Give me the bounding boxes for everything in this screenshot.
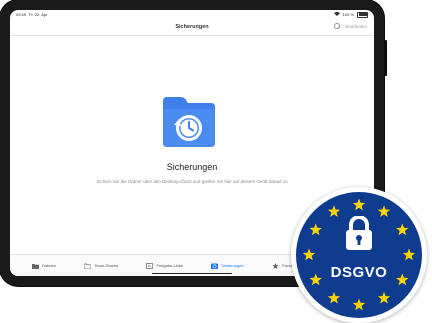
eu-star-icon <box>327 205 341 217</box>
eu-star-icon <box>377 291 391 304</box>
lock-icon <box>345 215 373 257</box>
navigation-bar: Sicherungen Bearbeiten <box>10 19 374 36</box>
eu-star-icon <box>377 205 391 217</box>
edit-button[interactable]: Bearbeiten <box>345 24 367 29</box>
status-time: 09:49 <box>16 12 27 17</box>
battery-label: 100 % <box>342 12 354 17</box>
dsgvo-badge: DSGVO <box>291 187 427 323</box>
eu-star-icon <box>402 248 416 261</box>
tab-label: Dateien <box>42 263 56 268</box>
team-folder-icon <box>83 263 92 269</box>
status-date: Fr. 22. Apr <box>29 12 48 17</box>
nav-title: Sicherungen <box>175 24 209 30</box>
search-icon[interactable] <box>334 23 340 29</box>
home-indicator <box>152 272 232 274</box>
eu-star-icon <box>352 198 366 211</box>
eu-star-icon <box>327 291 341 304</box>
empty-state-title: Sicherungen <box>166 162 218 172</box>
status-bar: 09:49 Fr. 22. Apr 100 % <box>10 10 374 19</box>
backup-icon <box>211 263 219 269</box>
dsgvo-label: DSGVO <box>330 264 388 281</box>
eu-star-icon <box>396 223 409 236</box>
eu-star-icon <box>302 248 316 261</box>
tab-label: Team-Shares <box>94 263 119 268</box>
eu-star-icon <box>352 298 366 311</box>
tab-freigabe-links[interactable]: Freigabe-Links <box>146 262 183 269</box>
share-link-icon <box>146 262 154 269</box>
battery-icon <box>357 11 368 18</box>
star-icon <box>272 262 279 269</box>
empty-state-description: Sichern Sie die Ordner über den Desktop-… <box>96 179 288 184</box>
wifi-icon <box>333 11 340 17</box>
tab-label: Sicherungen <box>221 263 244 268</box>
tab-dateien[interactable]: Dateien <box>32 263 56 269</box>
tab-sicherungen[interactable]: Sicherungen <box>211 263 244 269</box>
folder-icon <box>32 263 40 269</box>
tab-team-shares[interactable]: Team-Shares <box>83 263 119 269</box>
tab-label: Freigabe-Links <box>156 263 183 268</box>
backup-folder-icon <box>159 95 219 149</box>
eu-star-icon <box>309 223 322 236</box>
dsgvo-badge-circle: DSGVO <box>296 192 422 318</box>
